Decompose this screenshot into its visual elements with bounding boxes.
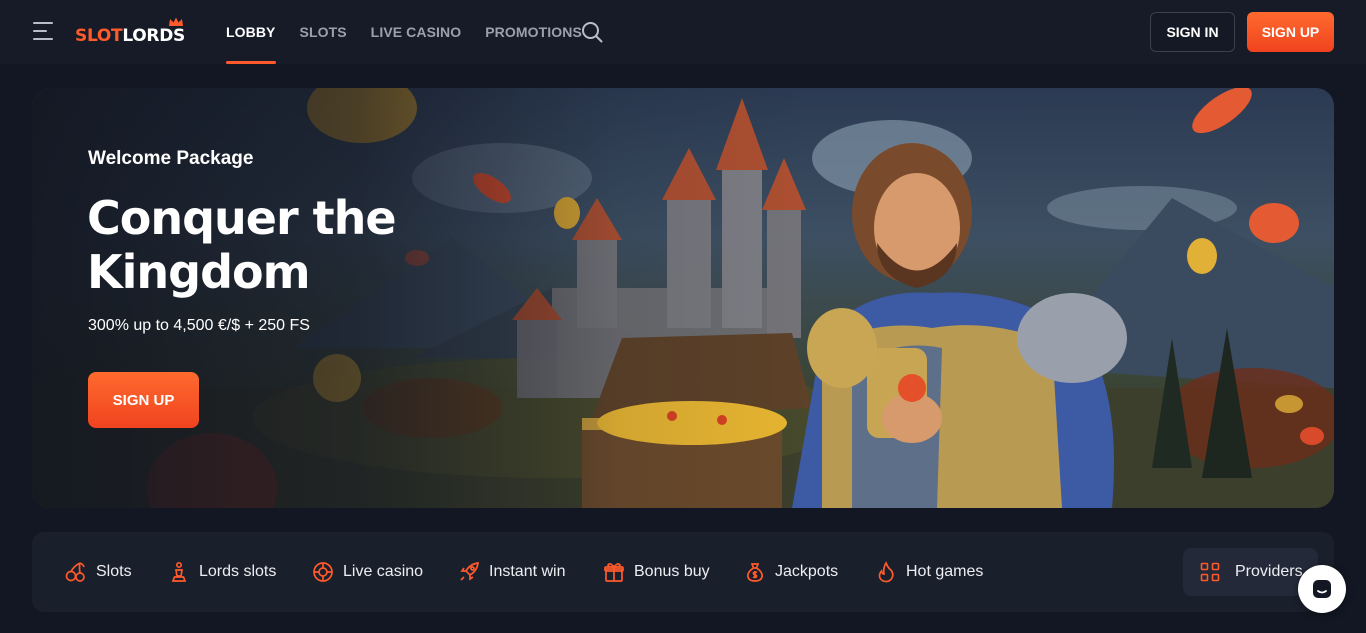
chat-icon xyxy=(1313,580,1331,598)
hero-eyebrow: Welcome Package xyxy=(88,148,254,169)
category-bar: Slots Lords slots Live casino Instant wi… xyxy=(32,532,1334,612)
nav-lobby[interactable]: LOBBY xyxy=(226,0,276,64)
category-bonus-buy[interactable]: Bonus buy xyxy=(603,532,710,612)
hero-title: Conquer the Kingdom xyxy=(87,191,397,299)
logo-text-lords: LORDS xyxy=(122,17,185,46)
category-lords-slots[interactable]: Lords slots xyxy=(168,532,276,612)
hamburger-menu-icon[interactable] xyxy=(33,22,55,40)
money-bag-icon xyxy=(747,563,763,582)
logo-text-slot: SLOT xyxy=(75,26,123,46)
chess-piece-icon xyxy=(171,561,187,582)
rocket-icon xyxy=(460,562,479,581)
gift-icon xyxy=(604,563,624,582)
category-live-casino[interactable]: Live casino xyxy=(312,532,423,612)
flame-icon xyxy=(878,561,894,583)
nav-promotions[interactable]: PROMOTIONS xyxy=(485,0,582,64)
hero-sign-up-button[interactable]: SIGN UP xyxy=(88,372,199,428)
search-icon[interactable] xyxy=(580,20,604,44)
grid-icon xyxy=(1200,562,1220,582)
sign-in-button[interactable]: SIGN IN xyxy=(1150,12,1235,52)
nav-live-casino[interactable]: LIVE CASINO xyxy=(371,0,462,64)
category-hot-games[interactable]: Hot games xyxy=(875,532,983,612)
crown-icon xyxy=(169,17,184,26)
site-logo[interactable]: SLOT LORDS xyxy=(75,17,185,46)
top-header: SLOT LORDS LOBBY SLOTS LIVE CASINO PROMO… xyxy=(0,0,1366,64)
hero-subtitle: 300% up to 4,500 €/$ + 250 FS xyxy=(88,317,310,334)
hero-banner[interactable]: Welcome Package Conquer the Kingdom 300%… xyxy=(32,88,1334,508)
live-chat-button[interactable] xyxy=(1298,565,1346,613)
sign-up-button[interactable]: SIGN UP xyxy=(1247,12,1334,52)
cherries-icon xyxy=(65,562,85,582)
nav-slots[interactable]: SLOTS xyxy=(300,0,347,64)
category-jackpots[interactable]: Jackpots xyxy=(744,532,838,612)
roulette-icon xyxy=(313,562,333,582)
category-instant-win[interactable]: Instant win xyxy=(458,532,565,612)
main-nav: LOBBY SLOTS LIVE CASINO PROMOTIONS xyxy=(226,0,606,64)
category-slots[interactable]: Slots xyxy=(65,532,132,612)
